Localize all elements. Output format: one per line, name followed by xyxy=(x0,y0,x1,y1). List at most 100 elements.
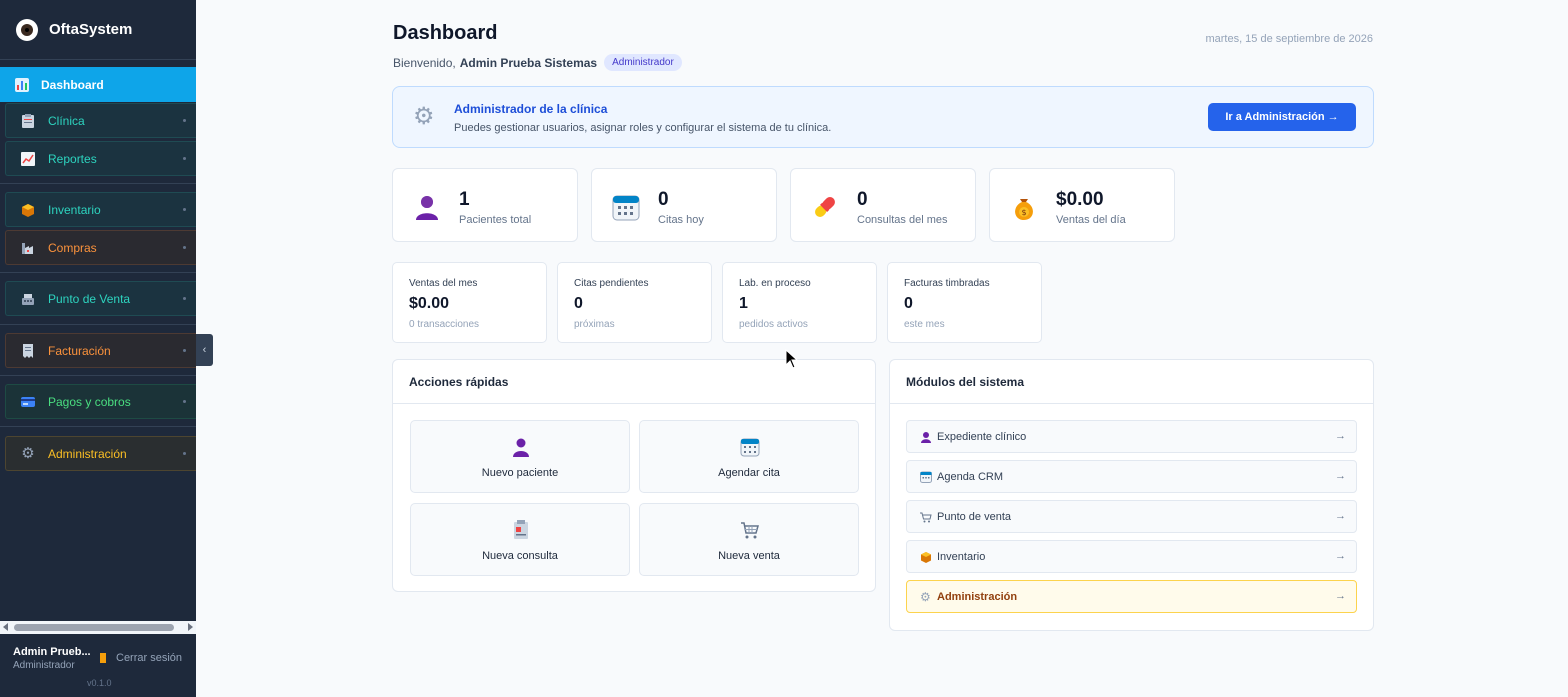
divider xyxy=(0,426,196,427)
new-sale-button[interactable]: Nueva venta xyxy=(639,503,859,576)
calendar-icon xyxy=(920,471,932,483)
quick-action-label: Nueva consulta xyxy=(482,550,558,562)
collapse-sidebar-button[interactable]: ‹ xyxy=(196,334,213,366)
sidebar-item-facturacion[interactable]: Facturación xyxy=(5,333,196,368)
schedule-appointment-button[interactable]: Agendar cita xyxy=(639,420,859,493)
patient-icon xyxy=(920,431,932,443)
pill-icon xyxy=(811,193,839,221)
divider xyxy=(0,375,196,376)
stat-card-consultations: 0 Consultas del mes xyxy=(790,168,976,242)
stat-value: 0 xyxy=(658,189,669,210)
divider xyxy=(0,183,196,184)
user-info: Admin Prueb... Administrador xyxy=(13,646,91,671)
sidebar-item-label: Punto de Venta xyxy=(48,291,131,306)
mini-stat-sub: 0 transacciones xyxy=(409,319,480,330)
module-label: Punto de venta xyxy=(937,510,1012,523)
sidebar-item-compras[interactable]: Compras xyxy=(5,230,196,265)
module-label: Administración xyxy=(937,590,1018,603)
stat-value: $0.00 xyxy=(1056,189,1104,210)
trend-chart-icon xyxy=(21,151,35,166)
arrow-right-icon: → xyxy=(1335,590,1346,602)
clipboard-icon xyxy=(511,520,531,540)
gear-icon: ⚙ xyxy=(21,444,35,462)
expand-dot-icon xyxy=(183,246,186,249)
go-to-admin-button[interactable]: Ir a Administración → xyxy=(1208,103,1356,131)
gear-icon: ⚙ xyxy=(920,589,931,604)
modules-panel: Módulos del sistema Expediente clínico →… xyxy=(889,359,1374,631)
mini-stat-label: Ventas del mes xyxy=(409,278,478,289)
sidebar-item-label: Reportes xyxy=(48,151,97,166)
factory-icon xyxy=(21,241,35,255)
sidebar-item-punto-de-venta[interactable]: Punto de Venta xyxy=(5,281,196,316)
sidebar-item-clinica[interactable]: Clínica xyxy=(5,103,196,138)
expand-dot-icon xyxy=(183,208,186,211)
mini-stat-label: Lab. en proceso xyxy=(739,278,811,289)
module-punto-de-venta[interactable]: Punto de venta → xyxy=(906,500,1357,533)
mini-stat-value: 0 xyxy=(574,295,583,312)
register-icon xyxy=(21,292,35,306)
sidebar-item-inventario[interactable]: Inventario xyxy=(5,192,196,227)
mini-stat-sub: próximas xyxy=(574,319,615,330)
module-expediente-clinico[interactable]: Expediente clínico → xyxy=(906,420,1357,453)
clipboard-icon xyxy=(21,113,35,128)
divider xyxy=(0,324,196,325)
module-label: Agenda CRM xyxy=(937,470,1004,483)
panel-title: Acciones rápidas xyxy=(393,360,875,404)
mini-stat-label: Facturas timbradas xyxy=(904,278,990,289)
module-inventario[interactable]: Inventario → xyxy=(906,540,1357,573)
register-icon xyxy=(920,511,932,523)
mini-stat-stamped-invoices: Facturas timbradas 0 este mes xyxy=(887,262,1042,343)
credit-card-icon xyxy=(21,395,35,409)
box-icon xyxy=(920,551,932,563)
welcome-line: Bienvenido, Admin Prueba Sistemas Admini… xyxy=(393,54,682,71)
horizontal-scrollbar[interactable] xyxy=(0,621,196,634)
panel-title: Módulos del sistema xyxy=(890,360,1373,404)
sidebar-item-label: Facturación xyxy=(48,343,111,358)
stat-label: Ventas del día xyxy=(1056,214,1126,226)
eye-logo-icon xyxy=(16,18,38,41)
current-date: martes, 15 de septiembre de 2026 xyxy=(1205,33,1373,45)
mini-stat-monthly-sales: Ventas del mes $0.00 0 transacciones xyxy=(392,262,547,343)
sidebar-item-pagos-y-cobros[interactable]: Pagos y cobros xyxy=(5,384,196,419)
brand[interactable]: OftaSystem xyxy=(0,0,196,60)
app-name: OftaSystem xyxy=(49,21,133,38)
mini-stat-label: Citas pendientes xyxy=(574,278,649,289)
module-agenda-crm[interactable]: Agenda CRM → xyxy=(906,460,1357,493)
stat-card-sales: $ $0.00 Ventas del día xyxy=(989,168,1175,242)
page-title: Dashboard xyxy=(393,22,498,44)
mini-stat-sub: este mes xyxy=(904,319,945,330)
new-consultation-button[interactable]: Nueva consulta xyxy=(410,503,630,576)
expand-dot-icon xyxy=(183,400,186,403)
arrow-right-icon: → xyxy=(1335,430,1346,442)
sidebar-item-reportes[interactable]: Reportes xyxy=(5,141,196,176)
module-label: Inventario xyxy=(937,550,986,563)
arrow-right-icon: → xyxy=(1335,550,1346,562)
patient-icon xyxy=(413,193,441,221)
logout-button[interactable]: Cerrar sesión xyxy=(100,652,182,664)
admin-banner: ⚙ Administrador de la clínica Puedes ges… xyxy=(392,86,1374,148)
new-patient-button[interactable]: Nuevo paciente xyxy=(410,420,630,493)
sidebar-item-label: Compras xyxy=(48,240,97,255)
sidebar: OftaSystem Dashboard Clínica Reportes In… xyxy=(0,0,196,697)
door-icon xyxy=(100,653,106,663)
scroll-left-icon[interactable] xyxy=(3,623,8,631)
expand-dot-icon xyxy=(183,349,186,352)
sidebar-item-label: Administración xyxy=(48,446,127,461)
sidebar-item-dashboard[interactable]: Dashboard xyxy=(0,67,196,102)
scrollbar-thumb[interactable] xyxy=(14,624,174,631)
scroll-right-icon[interactable] xyxy=(188,623,193,631)
money-bag-icon: $ xyxy=(1010,193,1038,221)
sidebar-item-label: Dashboard xyxy=(41,77,104,92)
chevron-left-icon: ‹ xyxy=(202,344,207,356)
sidebar-item-administracion[interactable]: ⚙ Administración xyxy=(5,436,196,471)
banner-title: Administrador de la clínica xyxy=(454,102,608,116)
mini-stat-value: 0 xyxy=(904,295,913,312)
stat-label: Citas hoy xyxy=(658,214,704,226)
module-administracion[interactable]: ⚙ Administración → xyxy=(906,580,1357,613)
quick-actions-panel: Acciones rápidas Nuevo paciente Agendar … xyxy=(392,359,876,592)
quick-action-label: Nueva venta xyxy=(718,550,780,562)
mini-stat-lab-in-process: Lab. en proceso 1 pedidos activos xyxy=(722,262,877,343)
logout-label: Cerrar sesión xyxy=(116,652,183,664)
expand-dot-icon xyxy=(183,157,186,160)
mini-stat-value: 1 xyxy=(739,295,748,312)
